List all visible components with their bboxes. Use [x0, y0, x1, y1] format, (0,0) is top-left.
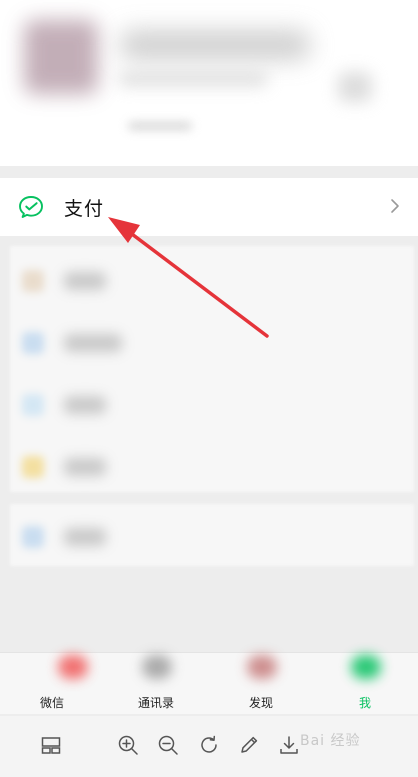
favorites-icon	[22, 270, 44, 292]
tab-label: 微信	[39, 696, 64, 710]
moments-icon	[22, 332, 44, 354]
qr-code-icon[interactable]	[338, 72, 372, 102]
tab-contacts[interactable]: 通讯录	[104, 653, 208, 715]
me-icon	[351, 655, 381, 679]
tab-me[interactable]: 我	[313, 653, 417, 715]
tab-label: 我	[358, 696, 371, 710]
discover-icon	[247, 655, 277, 679]
profile-status-blurred	[128, 122, 192, 130]
settings-icon	[22, 526, 44, 548]
stickers-icon	[22, 456, 44, 478]
list-item[interactable]	[10, 372, 414, 434]
layout-icon[interactable]	[40, 734, 62, 756]
list-group-blurred	[10, 504, 414, 566]
profile-id-blurred	[118, 72, 268, 86]
list-item[interactable]	[10, 248, 414, 310]
screen: 支付 微信 通讯录 发现 我 Bai 经验	[0, 0, 418, 777]
pay-icon	[18, 195, 44, 219]
bottom-tab-bar: 微信 通讯录 发现 我	[0, 652, 418, 714]
avatar	[24, 20, 98, 94]
zoom-out-icon[interactable]	[157, 734, 179, 756]
cards-icon	[22, 394, 44, 416]
tab-label: 发现	[248, 696, 273, 710]
settings-list-blurred	[0, 240, 418, 652]
profile-name-blurred	[120, 30, 310, 60]
tab-chats[interactable]: 微信	[0, 653, 104, 715]
pay-row[interactable]: 支付	[0, 178, 418, 236]
watermark: Bai 经验	[300, 733, 361, 749]
profile-header[interactable]	[0, 0, 418, 166]
list-item-label-blurred	[64, 272, 106, 290]
list-item[interactable]	[10, 504, 414, 566]
pay-label: 支付	[64, 198, 105, 220]
chevron-right-icon	[390, 198, 400, 214]
contacts-icon	[142, 655, 172, 679]
tab-label: 通讯录	[137, 696, 174, 710]
edit-icon[interactable]	[238, 734, 260, 756]
rotate-icon[interactable]	[198, 734, 220, 756]
list-item-label-blurred	[64, 458, 106, 476]
zoom-in-icon[interactable]	[117, 734, 139, 756]
list-item[interactable]	[10, 310, 414, 372]
chats-icon	[58, 655, 88, 679]
download-icon[interactable]	[278, 734, 300, 756]
list-item-label-blurred	[64, 334, 122, 352]
list-item-label-blurred	[64, 528, 106, 546]
list-item-label-blurred	[64, 396, 106, 414]
list-item[interactable]	[10, 434, 414, 496]
list-group-blurred	[10, 246, 414, 492]
tab-discover[interactable]: 发现	[209, 653, 313, 715]
